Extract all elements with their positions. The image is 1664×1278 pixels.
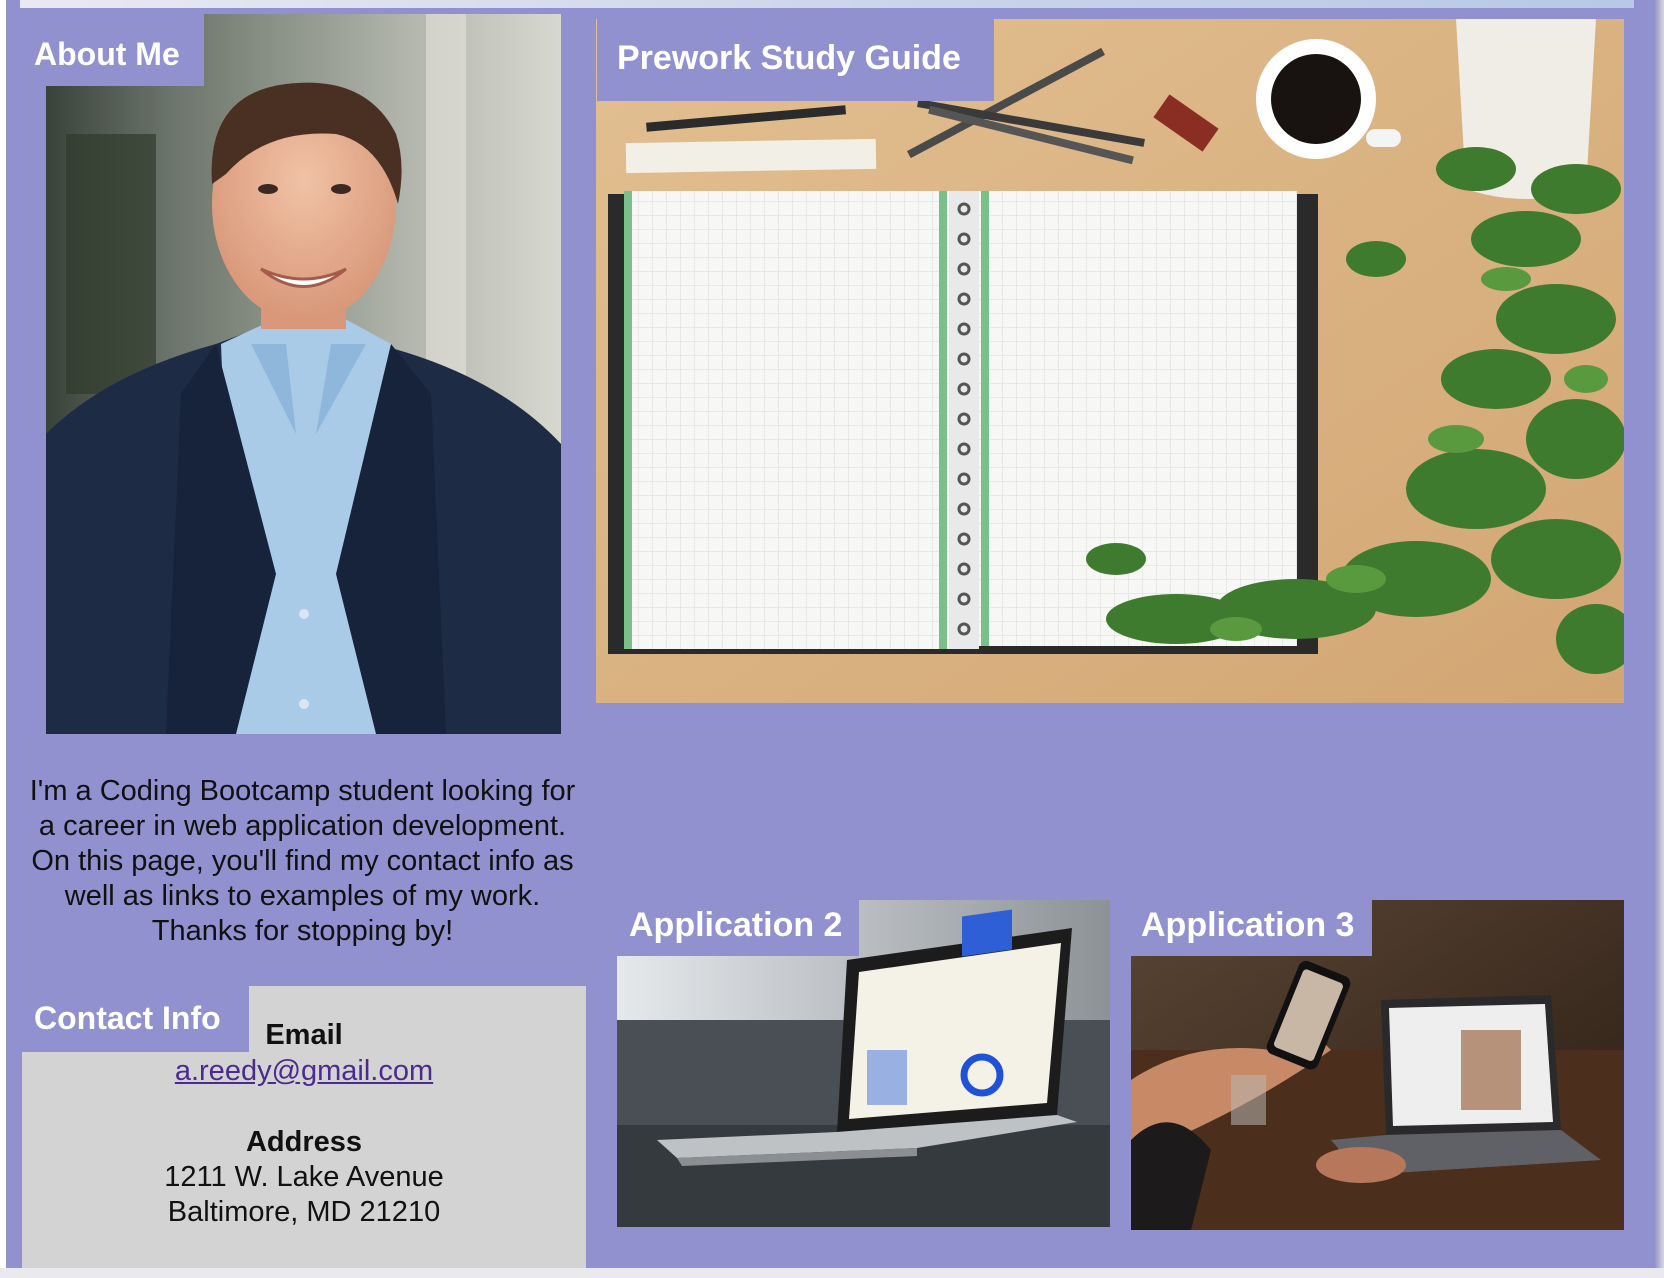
prework-study-guide-image[interactable] <box>596 19 1624 703</box>
window-bottom-edge <box>0 1268 1664 1278</box>
bio-text: I'm a Coding Bootcamp student looking fo… <box>29 775 576 947</box>
application-3-title[interactable]: Application 3 <box>1131 900 1372 956</box>
email-link[interactable]: a.reedy@gmail.com <box>22 1055 586 1088</box>
profile-photo <box>46 14 561 734</box>
address-line-2: Baltimore, MD 21210 <box>167 1196 441 1228</box>
email-label: Email <box>265 1019 343 1051</box>
browser-top-strip <box>20 0 1634 8</box>
prework-study-guide-title[interactable]: Prework Study Guide <box>597 19 994 101</box>
address-line-1: 1211 W. Lake Avenue <box>164 1161 444 1193</box>
about-me-title: About Me <box>22 14 204 86</box>
window-right-edge <box>1654 0 1664 1278</box>
application-2-title[interactable]: Application 2 <box>617 900 859 956</box>
address-label: Address <box>245 1126 363 1158</box>
